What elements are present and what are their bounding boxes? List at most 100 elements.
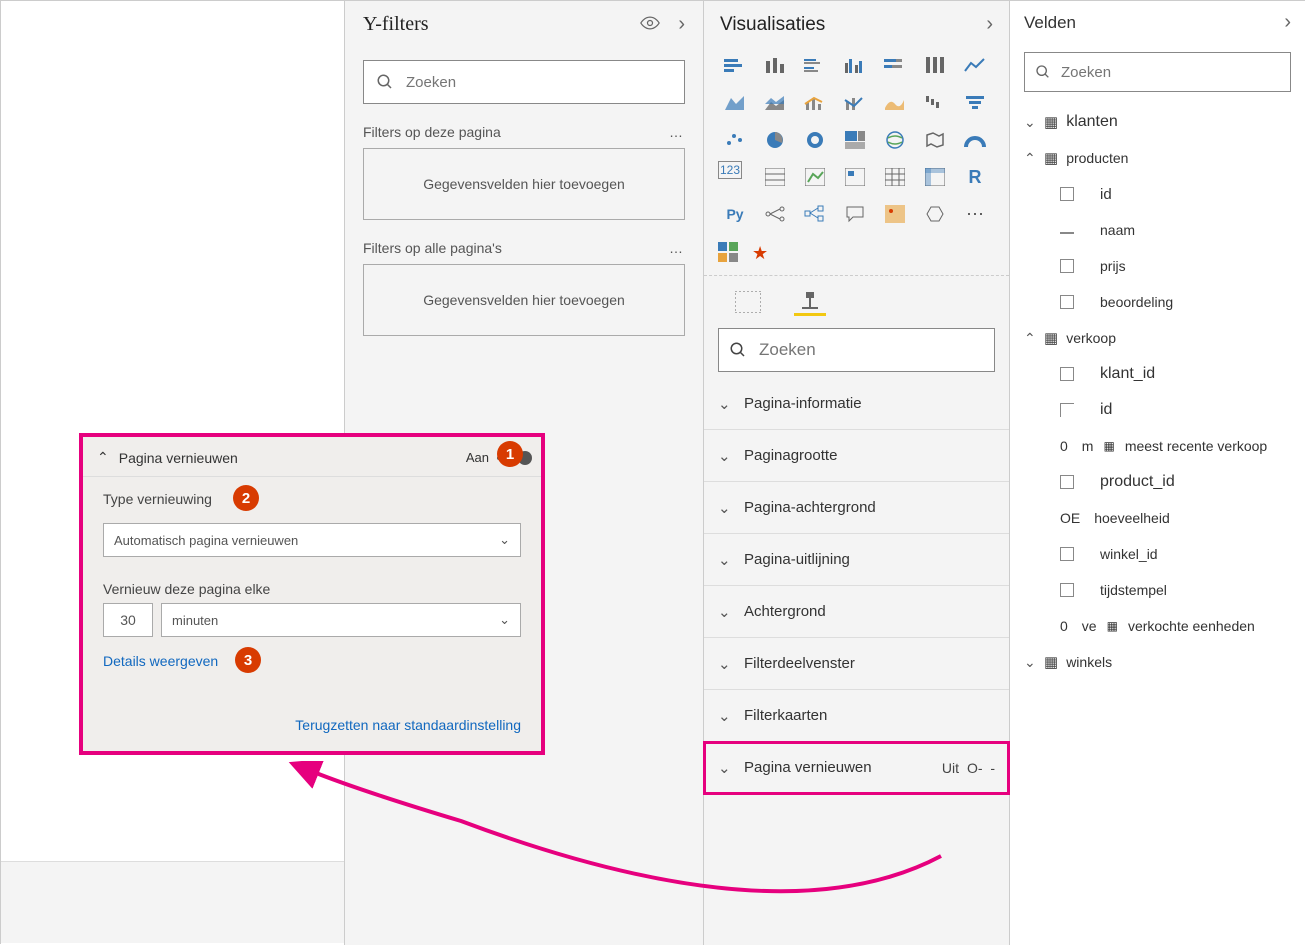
chevron-right-icon[interactable]: ›	[986, 13, 993, 36]
reset-link[interactable]: Terugzetten naar standaardinstelling	[295, 717, 521, 733]
toggle-state-label: Aan	[466, 450, 489, 465]
chevron-right-icon[interactable]: ›	[678, 13, 685, 36]
clustered-column-icon[interactable]	[838, 50, 872, 82]
hundred-column-icon[interactable]	[918, 50, 952, 82]
filters-search-input[interactable]	[404, 73, 672, 92]
pie-icon[interactable]	[758, 124, 792, 156]
section-page-refresh[interactable]: ⌄ Pagina vernieuwen Uit O- -	[704, 742, 1009, 794]
toggle-off-icon[interactable]: O- -	[967, 760, 995, 776]
field-meest-recente[interactable]: 0m▦meest recente verkoop	[1024, 428, 1301, 464]
field-verkochte[interactable]: 0ve▦verkochte eenheden	[1024, 608, 1301, 644]
field-naam[interactable]: naam	[1024, 212, 1301, 248]
canvas-footer	[1, 861, 344, 943]
multi-card-icon[interactable]	[758, 161, 792, 193]
interval-value-input[interactable]: 30	[103, 603, 153, 637]
area-chart-icon[interactable]	[718, 87, 752, 119]
filters-page-section: Filters op deze pagina … Gegevensvelden …	[363, 124, 685, 220]
more-visuals-icon[interactable]: ⋯	[958, 198, 992, 230]
badge-2: 2	[233, 485, 259, 511]
chevron-down-icon: ⌄	[499, 612, 510, 628]
fields-pane: Velden › ⌄▦klanten ⌃▦producten id naam p…	[1010, 1, 1305, 945]
section-page-bg[interactable]: ⌄Pagina-achtergrond	[704, 482, 1009, 534]
fields-tab-icon[interactable]	[732, 288, 764, 316]
filters-header: Y-filters ›	[345, 1, 703, 44]
filters-all-label: Filters op alle pagina's	[363, 240, 502, 256]
field-id[interactable]: id	[1024, 176, 1301, 212]
format-search-input[interactable]	[757, 339, 984, 361]
field-tijdstempel[interactable]: tijdstempel	[1024, 572, 1301, 608]
more-icon[interactable]: …	[669, 124, 685, 140]
treemap-icon[interactable]	[838, 124, 872, 156]
narrative-icon[interactable]	[878, 198, 912, 230]
section-page-info[interactable]: ⌄Pagina-informatie	[704, 378, 1009, 430]
field-id2[interactable]: id	[1024, 392, 1301, 428]
filled-map-icon[interactable]	[918, 124, 952, 156]
python-visual-icon[interactable]: Py	[718, 198, 752, 230]
line-clustered-icon[interactable]	[838, 87, 872, 119]
visualizations-pane: Visualisaties › 123 R P	[704, 1, 1010, 945]
chevron-right-icon[interactable]: ›	[1284, 11, 1291, 34]
arcgis-icon[interactable]	[918, 198, 952, 230]
more-icon[interactable]: …	[669, 240, 685, 256]
format-tab-icon[interactable]	[794, 288, 826, 316]
stacked-bar-icon[interactable]	[718, 50, 752, 82]
fields-title: Velden	[1024, 13, 1076, 33]
star-icon[interactable]: ★	[752, 243, 768, 264]
chevron-up-icon[interactable]: ⌃	[97, 449, 109, 466]
clustered-bar-icon[interactable]	[798, 50, 832, 82]
field-prijs[interactable]: prijs	[1024, 248, 1301, 284]
fields-search-input[interactable]	[1059, 63, 1280, 82]
custom-visual-icon[interactable]	[718, 242, 738, 265]
field-product-id[interactable]: product_id	[1024, 464, 1301, 500]
donut-icon[interactable]	[798, 124, 832, 156]
chevron-down-icon: ⌄	[499, 532, 510, 548]
r-visual-icon[interactable]: R	[958, 161, 992, 193]
field-winkel-id[interactable]: winkel_id	[1024, 536, 1301, 572]
section-filter-pane[interactable]: ⌄Filterdeelvenster	[704, 638, 1009, 690]
section-page-size[interactable]: ⌄Paginagrootte	[704, 430, 1009, 482]
waterfall-icon[interactable]	[918, 87, 952, 119]
key-influencers-icon[interactable]	[758, 198, 792, 230]
kpi-icon[interactable]	[798, 161, 832, 193]
fields-search[interactable]	[1024, 52, 1291, 92]
ribbon-chart-icon[interactable]	[878, 87, 912, 119]
filters-title: Y-filters	[363, 13, 429, 36]
gauge-icon[interactable]	[958, 124, 992, 156]
table-icon[interactable]	[878, 161, 912, 193]
table-verkoop[interactable]: ⌃▦verkoop	[1024, 320, 1301, 356]
filters-page-dropzone[interactable]: Gegevensvelden hier toevoegen	[363, 148, 685, 220]
viz-title: Visualisaties	[720, 14, 825, 36]
matrix-icon[interactable]	[918, 161, 952, 193]
map-icon[interactable]	[878, 124, 912, 156]
section-filter-cards[interactable]: ⌄Filterkaarten	[704, 690, 1009, 742]
eye-icon[interactable]	[640, 13, 660, 36]
funnel-icon[interactable]	[958, 87, 992, 119]
stacked-area-icon[interactable]	[758, 87, 792, 119]
filters-search[interactable]	[363, 60, 685, 104]
details-link[interactable]: Details weergeven	[103, 653, 218, 669]
section-background[interactable]: ⌄Achtergrond	[704, 586, 1009, 638]
field-beoordeling[interactable]: beoordeling	[1024, 284, 1301, 320]
table-klanten[interactable]: ⌄▦klanten	[1024, 104, 1301, 140]
format-search[interactable]	[718, 328, 995, 372]
stacked-column-icon[interactable]	[758, 50, 792, 82]
hundred-bar-icon[interactable]	[878, 50, 912, 82]
field-klant-id[interactable]: klant_id	[1024, 356, 1301, 392]
section-page-align[interactable]: ⌄Pagina-uitlijning	[704, 534, 1009, 586]
scatter-icon[interactable]	[718, 124, 752, 156]
slicer-icon[interactable]	[838, 161, 872, 193]
decomposition-tree-icon[interactable]	[798, 198, 832, 230]
line-chart-icon[interactable]	[958, 50, 992, 82]
refresh-type-select[interactable]: Automatisch pagina vernieuwen ⌄	[103, 523, 521, 557]
field-hoeveelheid[interactable]: OEhoeveelheid	[1024, 500, 1301, 536]
table-winkels[interactable]: ⌄▦winkels	[1024, 644, 1301, 680]
refresh-state-label: Uit	[942, 760, 959, 776]
card-icon[interactable]: 123	[718, 161, 742, 179]
table-producten[interactable]: ⌃▦producten	[1024, 140, 1301, 176]
interval-unit-select[interactable]: minuten ⌄	[161, 603, 521, 637]
filters-page-label: Filters op deze pagina	[363, 124, 501, 140]
callout-title: Pagina vernieuwen	[119, 450, 238, 466]
line-column-icon[interactable]	[798, 87, 832, 119]
qa-icon[interactable]	[838, 198, 872, 230]
filters-all-dropzone[interactable]: Gegevensvelden hier toevoegen	[363, 264, 685, 336]
